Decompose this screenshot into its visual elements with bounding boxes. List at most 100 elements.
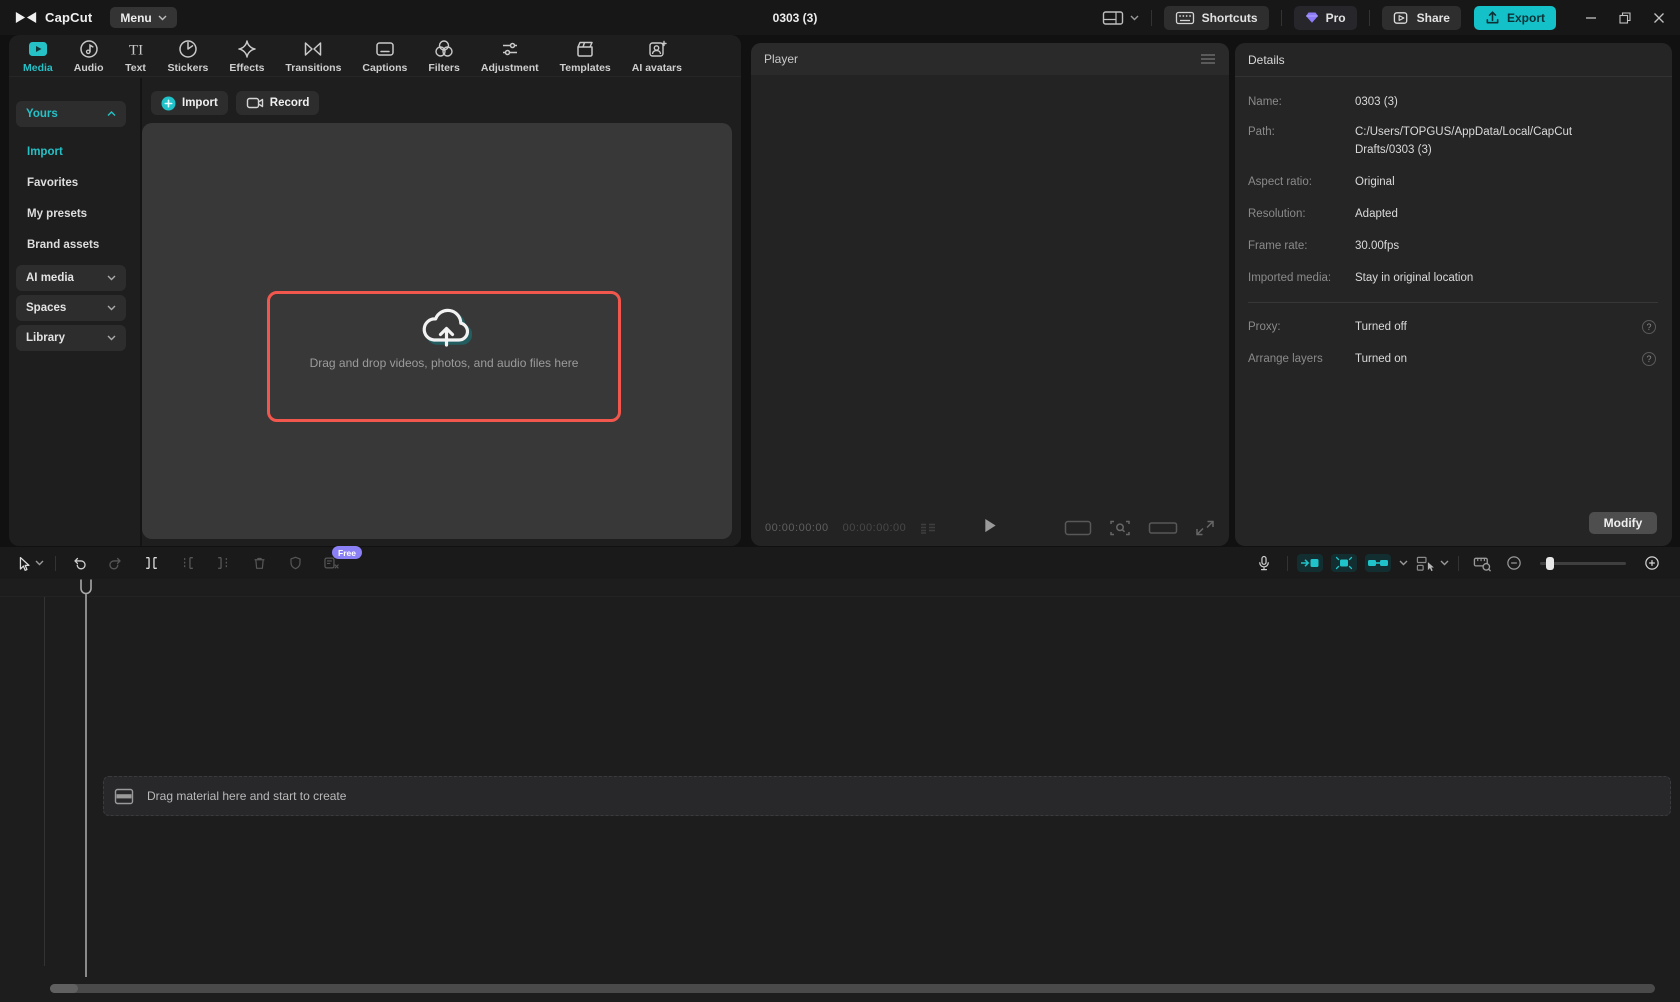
modify-button[interactable]: Modify (1589, 512, 1657, 534)
share-icon (1393, 11, 1407, 24)
timecode-total: 00:00:00:00 (842, 522, 907, 534)
sidebar-group-label: Yours (26, 108, 58, 120)
detail-row-proxy: Proxy: Turned off ? (1248, 318, 1658, 336)
voiceover-button[interactable] (1246, 547, 1282, 579)
pro-button[interactable]: Pro (1293, 5, 1357, 30)
detail-row-imported-media: Imported media: Stay in original locatio… (1248, 269, 1658, 287)
redo-button[interactable] (97, 547, 133, 579)
sidebar-item-my-presets[interactable]: My presets (16, 198, 140, 229)
detail-value: Turned on (1355, 353, 1407, 365)
tab-label: Stickers (167, 61, 209, 74)
redo-icon (108, 557, 121, 570)
undo-button[interactable] (61, 547, 97, 579)
timeline-drop-target[interactable]: Drag material here and start to create (103, 776, 1671, 816)
detail-label: Path: (1248, 126, 1275, 138)
tab-filters[interactable]: Filters (426, 38, 462, 74)
sidebar-item-import[interactable]: Import (16, 136, 140, 167)
auto-attach-icon (1301, 559, 1319, 567)
detail-row-resolution: Resolution: Adapted (1248, 205, 1658, 223)
scrollbar-thumb[interactable] (50, 984, 78, 993)
canvas-ratio-button[interactable] (1064, 519, 1092, 537)
export-button[interactable]: Export (1473, 5, 1556, 30)
zoom-in-button[interactable] (1638, 547, 1666, 579)
linking-toggle[interactable] (1365, 554, 1391, 572)
chevron-down-icon (1440, 560, 1449, 566)
tab-captions[interactable]: Captions (360, 38, 409, 74)
tab-label: Audio (73, 61, 104, 74)
shortcuts-button[interactable]: Shortcuts (1163, 5, 1269, 30)
tab-adjustment[interactable]: Adjustment (479, 38, 541, 74)
media-sidebar: Yours Import Favorites My presets Brand … (9, 78, 140, 546)
track-start-line (44, 597, 45, 966)
sidebar-group-yours[interactable]: Yours (16, 101, 126, 127)
tab-effects[interactable]: Effects (227, 38, 266, 74)
captions-tab-icon (374, 38, 396, 60)
capcut-logo: CapCut (14, 10, 92, 25)
divider (1150, 9, 1152, 26)
detail-row-arrange-layers: Arrange layers Turned on ? (1248, 350, 1658, 368)
close-button[interactable] (1642, 0, 1676, 35)
fullscreen-button[interactable] (1195, 519, 1215, 537)
delete-left-icon (183, 557, 193, 569)
resolution-button[interactable] (1148, 520, 1178, 536)
main-track-magnet-toggle[interactable] (1331, 554, 1357, 572)
adapt-timeline-button[interactable] (1464, 547, 1500, 579)
timeline-ruler[interactable] (0, 579, 1680, 597)
timeline-zoom-slider[interactable] (1540, 556, 1626, 570)
timeline-toolbar: Free (0, 546, 1680, 579)
tab-media[interactable]: Media (21, 38, 55, 74)
sidebar-group-ai-media[interactable]: AI media (16, 265, 126, 291)
filters-tab-icon (433, 38, 455, 60)
sidebar-group-spaces[interactable]: Spaces (16, 295, 126, 321)
details-title: Details (1235, 43, 1672, 77)
preview-axis-button[interactable] (1411, 547, 1453, 579)
horizontal-scrollbar[interactable] (50, 984, 1655, 993)
zoom-out-button[interactable] (1500, 547, 1528, 579)
tab-text[interactable]: TI Text (123, 38, 149, 74)
split-button[interactable] (133, 547, 169, 579)
smart-text-removal-button[interactable]: Free (313, 546, 362, 579)
stickers-tab-icon (177, 38, 199, 60)
detail-value: Original (1355, 176, 1395, 188)
film-icon (114, 788, 134, 805)
fit-zoom-icon (1110, 520, 1130, 536)
tab-ai-avatars[interactable]: AI avatars (630, 38, 684, 74)
record-button[interactable]: Record (235, 91, 320, 115)
menu-button[interactable]: Menu (110, 7, 177, 28)
tab-transitions[interactable]: Transitions (283, 38, 343, 74)
mask-button[interactable] (277, 547, 313, 579)
tab-templates[interactable]: Templates (558, 38, 613, 74)
delete-right-icon (217, 557, 227, 569)
delete-left-button[interactable] (169, 547, 205, 579)
media-dropzone[interactable]: Drag and drop videos, photos, and audio … (267, 291, 621, 422)
project-title: 0303 (3) (772, 10, 818, 25)
help-icon[interactable]: ? (1642, 352, 1656, 366)
sidebar-item-brand-assets[interactable]: Brand assets (16, 229, 140, 260)
import-button[interactable]: Import (151, 91, 228, 115)
play-button[interactable] (983, 517, 998, 534)
fit-zoom-button[interactable] (1109, 519, 1131, 537)
detail-value: Turned off (1355, 321, 1407, 333)
auto-attach-toggle[interactable] (1297, 554, 1323, 572)
slider-handle[interactable] (1546, 556, 1554, 570)
share-button[interactable]: Share (1381, 5, 1461, 30)
select-tool-button[interactable] (8, 547, 50, 579)
ratio-icon (1064, 520, 1092, 536)
player-menu-icon[interactable] (1200, 53, 1216, 65)
minimize-button[interactable] (1574, 0, 1608, 35)
dropzone-text: Drag and drop videos, photos, and audio … (309, 356, 579, 370)
tab-stickers[interactable]: Stickers (166, 38, 211, 74)
capcut-logo-icon (14, 10, 38, 25)
sidebar-group-library[interactable]: Library (16, 325, 126, 351)
help-icon[interactable]: ? (1642, 320, 1656, 334)
layout-select-button[interactable] (1102, 10, 1139, 26)
linking-dropdown[interactable] (1395, 547, 1411, 579)
sidebar-item-favorites[interactable]: Favorites (16, 167, 140, 198)
detail-value: Stay in original location (1355, 272, 1474, 284)
restore-button[interactable] (1608, 0, 1642, 35)
divider (1368, 9, 1370, 26)
tab-audio[interactable]: Audio (72, 38, 106, 74)
delete-button[interactable] (241, 547, 277, 579)
delete-right-button[interactable] (205, 547, 241, 579)
title-bar: CapCut Menu 0303 (3) Shortcuts Pro Share… (0, 0, 1680, 35)
